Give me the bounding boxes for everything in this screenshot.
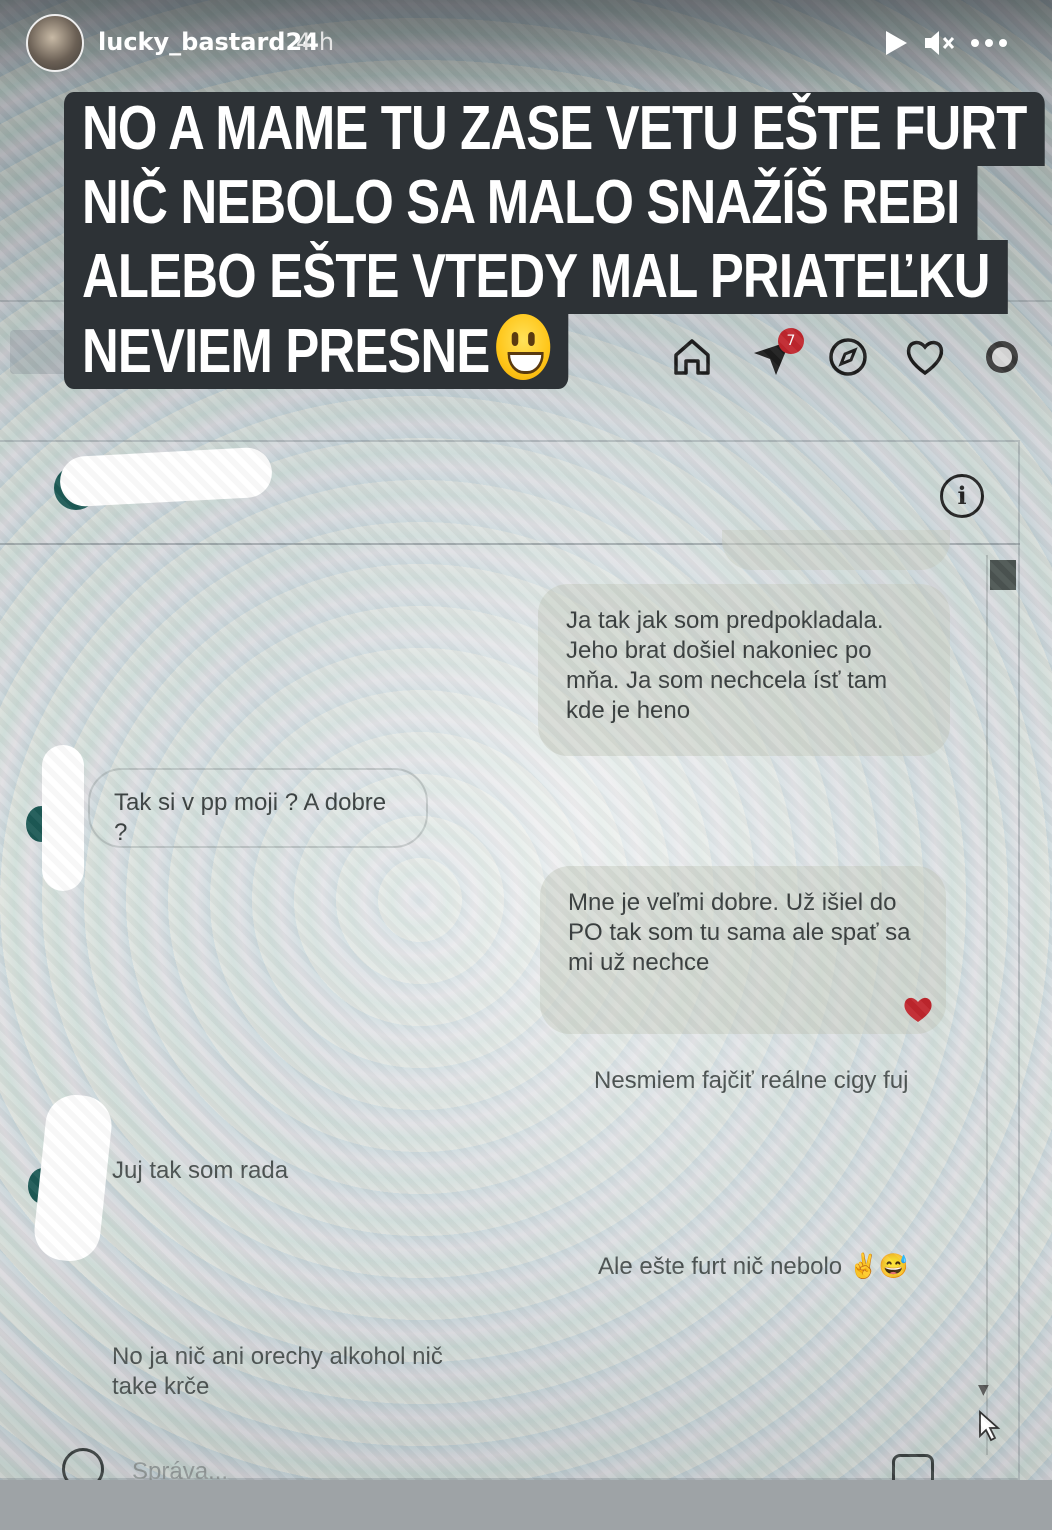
grinning-face-icon [496,314,551,380]
mute-icon[interactable] [918,22,960,64]
user-avatar[interactable] [26,14,84,72]
message-outgoing-1: Ja tak jak som predpokladala. Jeho brat … [538,584,950,756]
caption-line: NO A MAME TU ZASE VETU EŠTE FURT [64,92,1045,166]
screen-frame [0,300,1052,1480]
redaction-scribble [42,745,84,891]
chat-window [0,440,1020,1480]
composer-emoji-icon [62,1448,104,1480]
reaction-heart-icon [904,997,932,1022]
story-timestamp: 4 h [296,28,335,56]
story-caption: NO A MAME TU ZASE VETU EŠTE FURT NIČ NEB… [64,92,1052,389]
previous-message-bubble [722,530,950,570]
caption-line-last: NEVIEM PRESNE [64,314,569,389]
message-incoming-1: Tak si v pp moji ? A dobre ? [88,768,428,848]
scroll-down-arrow: ▼ [978,1382,989,1398]
caption-line: NIČ NEBOLO SA MALO SNAŽÍŠ REBI [64,166,978,240]
contact-avatar-small [28,1168,58,1204]
contact-avatar-small [26,806,56,842]
scroll-track [986,555,988,1455]
play-icon[interactable] [874,22,916,64]
message-outgoing-2: Mne je veľmi dobre. Už išiel do PO tak s… [540,866,946,1034]
redaction-scribble [31,1092,115,1264]
caption-line-text: NEVIEM PRESNE [82,317,490,386]
mouse-cursor-icon [979,1410,1000,1442]
message-incoming-3: No ja nič ani orechy alkohol nič take kr… [112,1343,443,1400]
message-input: Správa... [132,1458,229,1480]
scrollbar-thumb [990,560,1016,590]
composer-image-icon [892,1454,934,1480]
story-username[interactable]: lucky_bastard24 [98,28,319,56]
message-outgoing-4: Ale ešte furt nič nebolo ✌😅 [598,1253,909,1280]
caption-line: ALEBO EŠTE VTEDY MAL PRIATEĽKU [64,240,1008,314]
chat-contact-avatar [54,466,98,510]
message-incoming-2: Juj tak som rada [112,1157,289,1184]
info-icon: i [940,474,984,518]
more-icon[interactable] [968,22,1010,64]
story-bottom-bar [0,1480,1052,1530]
chat-header-divider [0,543,1020,545]
message-outgoing-3: Nesmiem fajčiť reálne cigy fuj [594,1067,909,1094]
redaction-scribble [58,446,274,508]
